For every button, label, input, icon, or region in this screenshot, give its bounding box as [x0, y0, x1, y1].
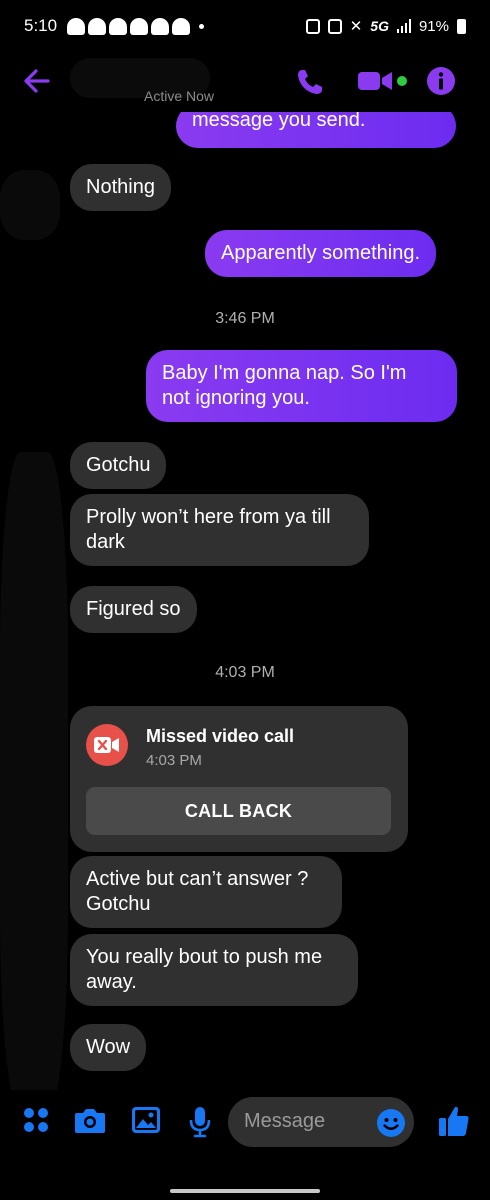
microphone-icon[interactable] [188, 1106, 212, 1138]
thumbs-up-icon[interactable] [438, 1104, 470, 1138]
nfc-icon [327, 18, 342, 34]
snapchat-icon [67, 17, 86, 35]
back-arrow-icon[interactable] [22, 66, 52, 96]
status-time: 5:10 [24, 16, 58, 35]
call-title: Missed video call [146, 726, 295, 746]
phone-icon[interactable] [294, 66, 326, 98]
message-input[interactable] [244, 1110, 374, 1133]
redacted-avatar [0, 170, 60, 240]
call-time: 4:03 PM [146, 752, 202, 769]
battery-icon [457, 18, 466, 34]
network-type: 5G [370, 18, 389, 34]
menu-dots-icon[interactable] [22, 1106, 50, 1134]
message-outgoing[interactable]: Apparently something. [205, 230, 437, 277]
video-camera-icon[interactable] [358, 66, 394, 96]
alarm-icon [305, 18, 320, 34]
notification-icons [67, 17, 191, 35]
message-incoming[interactable]: Nothing [70, 164, 171, 211]
system-icons: ✕ 5G 91% [305, 17, 466, 35]
timestamp: 4:03 PM [215, 664, 275, 681]
home-indicator[interactable] [170, 1189, 320, 1193]
snapchat-icon [130, 17, 149, 35]
signal-icon [396, 19, 411, 33]
status-bar: 5:10 ✕ 5G 91% [0, 0, 490, 52]
call-back-button[interactable]: CALL BACK [86, 787, 391, 835]
message-incoming[interactable]: Prolly won’t here from ya till dark [70, 494, 369, 566]
presence-status: Active Now [144, 88, 215, 104]
message-composer [0, 1090, 490, 1154]
emoji-icon[interactable] [376, 1108, 406, 1138]
online-indicator [397, 76, 407, 86]
conversation-header: Active Now [0, 52, 490, 112]
more-notifications-dot [199, 23, 205, 29]
snapchat-icon [151, 17, 170, 35]
redacted-avatar [0, 452, 68, 1090]
missed-call-card: Missed video call 4:03 PM CALL BACK [70, 706, 408, 852]
message-incoming[interactable]: Active but can’t answer ? Gotchu [70, 856, 342, 928]
snapchat-icon [172, 17, 191, 35]
timestamp: 3:46 PM [215, 310, 275, 327]
missed-video-call-icon [86, 724, 128, 766]
snapchat-icon [88, 17, 107, 35]
message-incoming[interactable]: Figured so [70, 586, 197, 633]
message-list[interactable]: message you send. Nothing Apparently som… [0, 112, 490, 1090]
message-incoming[interactable]: Wow [70, 1024, 147, 1071]
message-outgoing[interactable]: Baby I'm gonna nap. So I'm not ignoring … [146, 350, 457, 422]
message-incoming[interactable]: Gotchu [70, 442, 167, 489]
battery-percent: 91% [418, 17, 449, 35]
mute-icon: ✕ [349, 18, 363, 35]
gallery-icon[interactable] [131, 1106, 161, 1134]
info-icon[interactable] [426, 66, 456, 96]
camera-icon[interactable] [74, 1106, 106, 1134]
message-incoming[interactable]: You really bout to push me away. [70, 934, 358, 1006]
snapchat-icon [109, 17, 128, 35]
message-outgoing[interactable]: message you send. [176, 112, 456, 148]
